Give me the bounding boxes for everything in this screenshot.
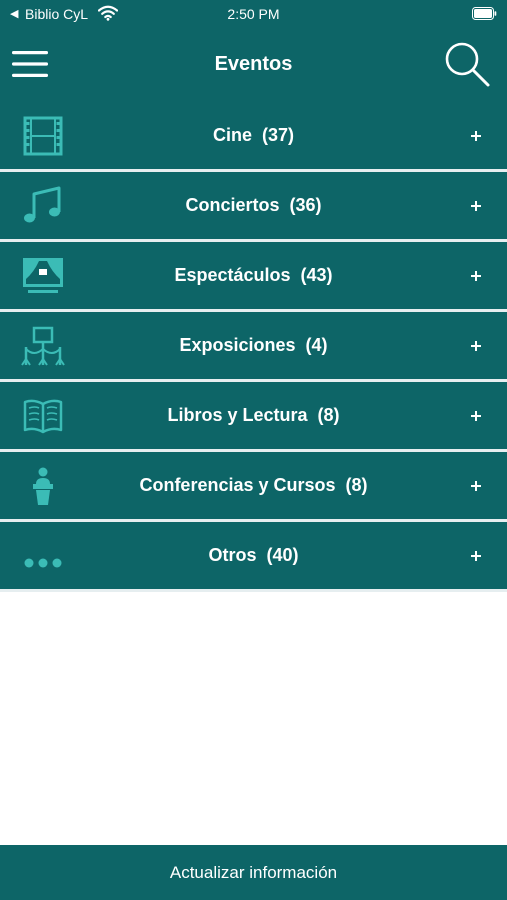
category-label: Conciertos (36) [185,195,322,215]
status-bar: ◀ Biblio CyL 2:50 PM [0,0,507,28]
expand-plus-icon[interactable] [469,409,483,423]
navigation-bar: Eventos [0,28,507,102]
category-row-conferencias-y-cursos[interactable]: Conferencias y Cursos (8) [0,452,507,522]
exhibition-easel-icon [21,326,65,366]
top-header: ◀ Biblio CyL 2:50 PM Eventos [0,0,507,102]
battery-icon [472,7,497,20]
music-note-icon [24,186,61,223]
category-row-libros-y-lectura[interactable]: Libros y Lectura (8) [0,382,507,452]
category-label: Otros (40) [208,545,299,565]
category-row-conciertos[interactable]: Conciertos (36) [0,172,507,242]
category-row-espectaculos[interactable]: Espectáculos (43) [0,242,507,312]
category-label: Exposiciones (4) [179,335,328,355]
category-label: Conferencias y Cursos (8) [139,475,368,495]
open-book-icon [23,399,63,434]
more-dots-icon [24,558,62,568]
page-title: Eventos [214,53,293,75]
category-label: Cine (37) [212,125,295,145]
expand-plus-icon[interactable] [469,129,483,143]
category-label: Espectáculos (43) [174,265,333,285]
category-row-exposiciones[interactable]: Exposiciones (4) [0,312,507,382]
update-info-button[interactable]: Actualizar información [0,845,507,900]
expand-plus-icon[interactable] [469,549,483,563]
expand-plus-icon[interactable] [469,199,483,213]
search-icon[interactable] [443,40,491,88]
status-time: 2:50 PM [227,6,280,22]
expand-plus-icon[interactable] [469,339,483,353]
expand-plus-icon[interactable] [469,479,483,493]
film-strip-icon [23,116,63,156]
category-label: Libros y Lectura (8) [167,405,340,425]
category-list: Cine (37) Conciertos (36) Espectáculos (… [0,102,507,592]
podium-speaker-icon [33,467,53,505]
category-row-otros[interactable]: Otros (40) [0,522,507,592]
category-row-cine[interactable]: Cine (37) [0,102,507,172]
theater-stage-icon [23,258,63,293]
expand-plus-icon[interactable] [469,269,483,283]
